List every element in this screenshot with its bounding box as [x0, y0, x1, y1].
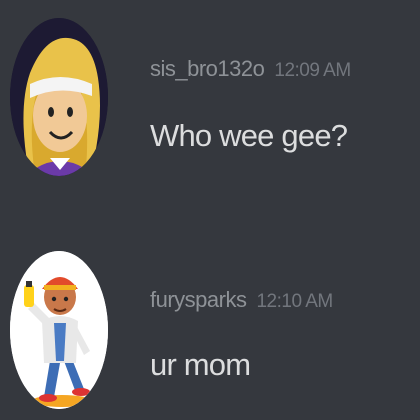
subway-surfers-jake-avatar-icon [10, 251, 108, 409]
message-content: ur mom [150, 347, 251, 382]
username[interactable]: sis_bro132o [150, 56, 265, 81]
username[interactable]: furysparks [150, 287, 247, 312]
message-content: Who wee gee? [150, 118, 348, 153]
avatar[interactable] [10, 251, 108, 409]
chat-view: sis_bro132o 12:09 AM Who wee gee? furysp… [0, 0, 420, 420]
avatar[interactable] [10, 18, 108, 176]
roblox-blonde-girl-avatar-icon [10, 18, 108, 176]
message-header: furysparks 12:10 AM [150, 287, 333, 313]
timestamp: 12:10 AM [256, 291, 333, 312]
message-header: sis_bro132o 12:09 AM [150, 56, 351, 82]
chat-message: sis_bro132o 12:09 AM Who wee gee? [0, 10, 420, 180]
timestamp: 12:09 AM [274, 60, 351, 81]
chat-message: furysparks 12:10 AM ur mom [0, 245, 420, 415]
